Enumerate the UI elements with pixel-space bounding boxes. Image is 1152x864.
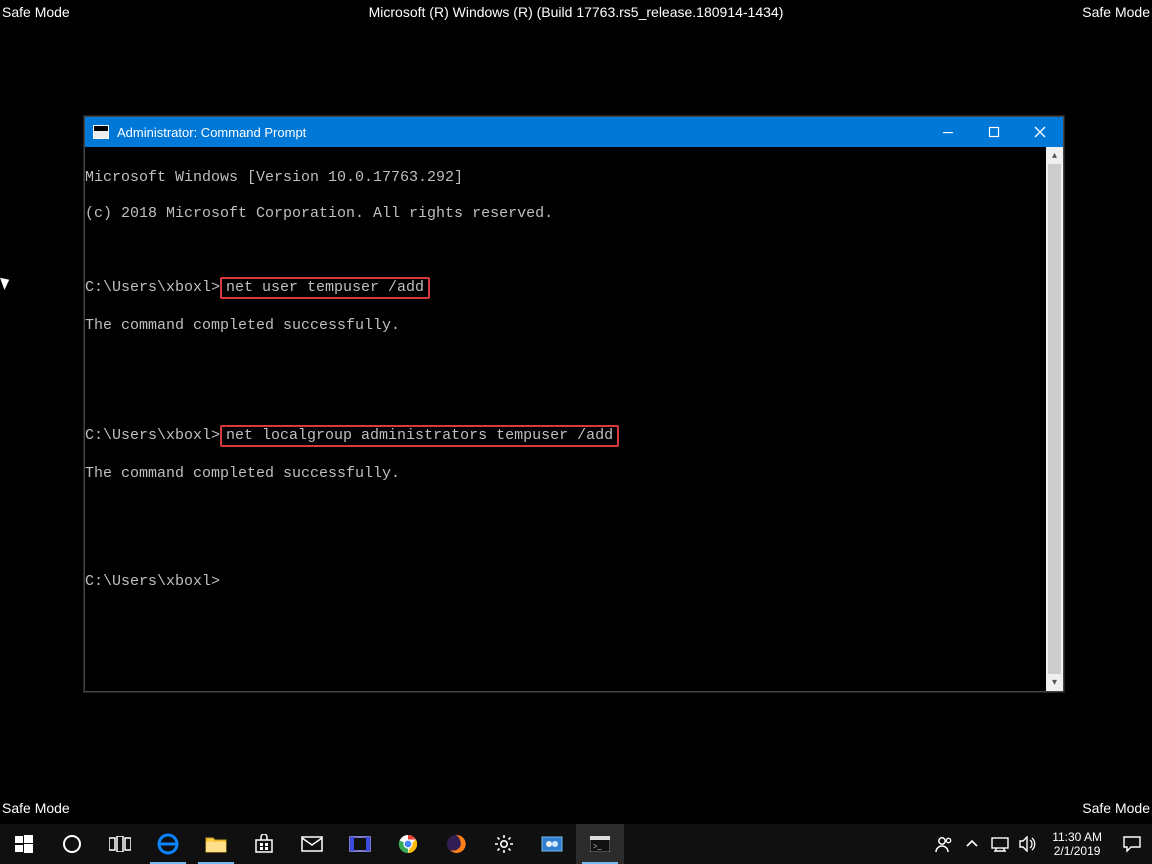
scroll-track[interactable]: [1046, 164, 1063, 674]
safemode-bottom-right: Safe Mode: [1080, 796, 1152, 820]
line-version: Microsoft Windows [Version 10.0.17763.29…: [85, 169, 1040, 187]
taskbar-app-edge[interactable]: [144, 824, 192, 864]
mail-icon: [301, 836, 323, 852]
cmd-app-icon: [93, 125, 109, 139]
control-panel-icon: [541, 836, 563, 852]
chevron-up-icon: [965, 837, 979, 851]
folder-icon: [205, 835, 227, 853]
tray-overflow-button[interactable]: [958, 824, 986, 864]
cursor-icon: [0, 275, 12, 290]
gear-icon: [494, 834, 514, 854]
taskbar-app-command-prompt[interactable]: >_: [576, 824, 624, 864]
taskbar-app-chrome[interactable]: [384, 824, 432, 864]
taskbar: >_ 11:30 AM 2/1: [0, 824, 1152, 864]
build-string: Microsoft (R) Windows (R) (Build 17763.r…: [367, 0, 786, 24]
line-copyright: (c) 2018 Microsoft Corporation. All righ…: [85, 205, 1040, 223]
cortana-icon: [62, 834, 82, 854]
tray-volume-button[interactable]: [1014, 824, 1042, 864]
taskbar-app-control-panel[interactable]: [528, 824, 576, 864]
taskbar-app-mail[interactable]: [288, 824, 336, 864]
minimize-button[interactable]: [925, 117, 971, 147]
scroll-down-icon[interactable]: ▾: [1046, 674, 1063, 691]
titlebar[interactable]: Administrator: Command Prompt: [85, 117, 1063, 147]
cortana-button[interactable]: [48, 824, 96, 864]
scrollbar[interactable]: ▴ ▾: [1046, 147, 1063, 691]
command-prompt-window: Administrator: Command Prompt Microsoft …: [84, 116, 1064, 692]
tray-time: 11:30 AM: [1052, 830, 1102, 844]
line-ok-1: The command completed successfully.: [85, 317, 1040, 335]
safemode-top-left: Safe Mode: [0, 0, 72, 24]
scroll-thumb[interactable]: [1048, 164, 1061, 674]
chrome-icon: [398, 834, 418, 854]
ethernet-icon: [990, 836, 1010, 852]
svg-text:>_: >_: [593, 842, 603, 851]
window-title: Administrator: Command Prompt: [117, 125, 306, 140]
line-cmd-2: C:\Users\xboxl>net localgroup administra…: [85, 425, 1040, 447]
speaker-icon: [1018, 836, 1038, 852]
tray-clock[interactable]: 11:30 AM 2/1/2019: [1042, 830, 1112, 858]
line-ok-2: The command completed successfully.: [85, 465, 1040, 483]
film-icon: [349, 836, 371, 852]
cmd-icon: >_: [590, 836, 610, 852]
people-button[interactable]: [930, 824, 958, 864]
terminal-output[interactable]: Microsoft Windows [Version 10.0.17763.29…: [85, 147, 1046, 691]
taskbar-app-store[interactable]: [240, 824, 288, 864]
edge-icon: [157, 833, 179, 855]
safemode-bottom-left: Safe Mode: [0, 796, 72, 820]
scroll-up-icon[interactable]: ▴: [1046, 147, 1063, 164]
taskbar-app-settings[interactable]: [480, 824, 528, 864]
taskbar-app-file-explorer[interactable]: [192, 824, 240, 864]
taskbar-app-video-editor[interactable]: [336, 824, 384, 864]
start-button[interactable]: [0, 824, 48, 864]
taskbar-app-firefox[interactable]: [432, 824, 480, 864]
tray-date: 2/1/2019: [1054, 844, 1101, 858]
line-cmd-1: C:\Users\xboxl>net user tempuser /add: [85, 277, 1040, 299]
firefox-icon: [446, 834, 466, 854]
task-view-icon: [109, 836, 131, 852]
windows-logo-icon: [15, 835, 33, 853]
maximize-button[interactable]: [971, 117, 1017, 147]
highlight-cmd-1: net user tempuser /add: [220, 277, 430, 299]
system-tray: 11:30 AM 2/1/2019: [930, 824, 1152, 864]
store-icon: [254, 834, 274, 854]
close-button[interactable]: [1017, 117, 1063, 147]
highlight-cmd-2: net localgroup administrators tempuser /…: [220, 425, 619, 447]
action-center-button[interactable]: [1112, 835, 1152, 853]
people-icon: [934, 834, 954, 854]
line-prompt-3: C:\Users\xboxl>: [85, 573, 1040, 591]
notification-icon: [1122, 835, 1142, 853]
safemode-top-right: Safe Mode: [1080, 0, 1152, 24]
task-view-button[interactable]: [96, 824, 144, 864]
tray-network-button[interactable]: [986, 824, 1014, 864]
